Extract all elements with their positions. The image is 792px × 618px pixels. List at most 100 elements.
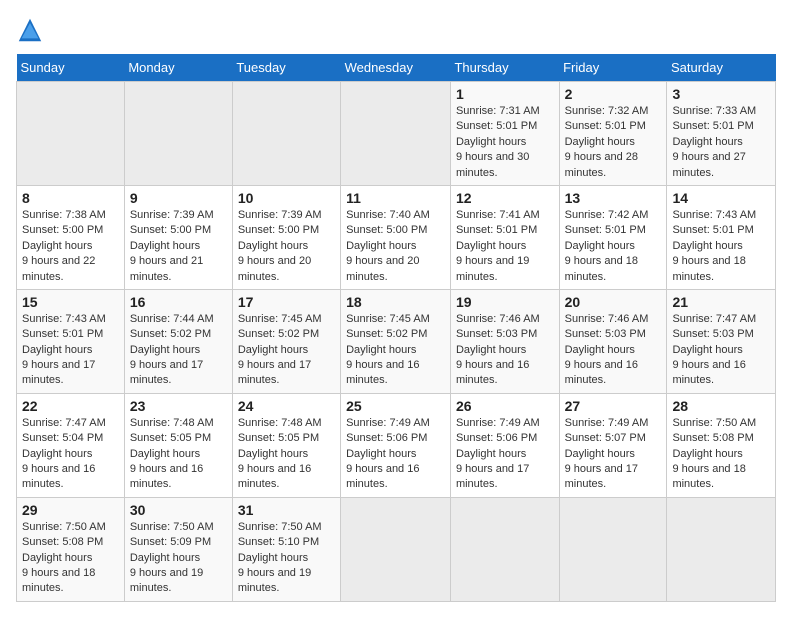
calendar-cell: 8 Sunrise: 7:38 AMSunset: 5:00 PMDaylight… bbox=[17, 185, 125, 289]
day-number: 11 bbox=[346, 190, 445, 206]
calendar-cell bbox=[232, 82, 340, 186]
day-info: Sunrise: 7:50 AMSunset: 5:08 PMDaylight … bbox=[22, 520, 119, 597]
day-number: 14 bbox=[672, 190, 770, 206]
calendar-header-row: SundayMondayTuesdayWednesdayThursdayFrid… bbox=[17, 54, 776, 82]
logo bbox=[16, 16, 48, 44]
day-info: Sunrise: 7:31 AMSunset: 5:01 PMDaylight … bbox=[456, 104, 554, 181]
day-number: 18 bbox=[346, 294, 445, 310]
day-info: Sunrise: 7:50 AMSunset: 5:08 PMDaylight … bbox=[672, 416, 770, 493]
calendar-cell: 15 Sunrise: 7:43 AMSunset: 5:01 PMDayligh… bbox=[17, 289, 125, 393]
week-row-1: 8 Sunrise: 7:38 AMSunset: 5:00 PMDaylight… bbox=[17, 185, 776, 289]
calendar-cell: 19 Sunrise: 7:46 AMSunset: 5:03 PMDayligh… bbox=[450, 289, 559, 393]
day-number: 12 bbox=[456, 190, 554, 206]
calendar-cell: 9 Sunrise: 7:39 AMSunset: 5:00 PMDaylight… bbox=[124, 185, 232, 289]
calendar-cell: 2 Sunrise: 7:32 AMSunset: 5:01 PMDaylight… bbox=[559, 82, 667, 186]
day-info: Sunrise: 7:40 AMSunset: 5:00 PMDaylight … bbox=[346, 208, 445, 285]
day-info: Sunrise: 7:39 AMSunset: 5:00 PMDaylight … bbox=[130, 208, 227, 285]
calendar-table: SundayMondayTuesdayWednesdayThursdayFrid… bbox=[16, 54, 776, 602]
calendar-cell: 22 Sunrise: 7:47 AMSunset: 5:04 PMDayligh… bbox=[17, 393, 125, 497]
calendar-cell bbox=[341, 82, 451, 186]
day-info: Sunrise: 7:46 AMSunset: 5:03 PMDaylight … bbox=[565, 312, 662, 389]
calendar-cell bbox=[559, 497, 667, 601]
day-info: Sunrise: 7:47 AMSunset: 5:04 PMDaylight … bbox=[22, 416, 119, 493]
day-number: 27 bbox=[565, 398, 662, 414]
calendar-cell: 26 Sunrise: 7:49 AMSunset: 5:06 PMDayligh… bbox=[450, 393, 559, 497]
day-info: Sunrise: 7:38 AMSunset: 5:00 PMDaylight … bbox=[22, 208, 119, 285]
day-number: 1 bbox=[456, 86, 554, 102]
day-number: 22 bbox=[22, 398, 119, 414]
day-number: 29 bbox=[22, 502, 119, 518]
calendar-cell: 13 Sunrise: 7:42 AMSunset: 5:01 PMDayligh… bbox=[559, 185, 667, 289]
day-info: Sunrise: 7:46 AMSunset: 5:03 PMDaylight … bbox=[456, 312, 554, 389]
day-number: 2 bbox=[565, 86, 662, 102]
calendar-cell: 18 Sunrise: 7:45 AMSunset: 5:02 PMDayligh… bbox=[341, 289, 451, 393]
day-info: Sunrise: 7:50 AMSunset: 5:10 PMDaylight … bbox=[238, 520, 335, 597]
header-wednesday: Wednesday bbox=[341, 54, 451, 82]
header-thursday: Thursday bbox=[450, 54, 559, 82]
calendar-cell: 11 Sunrise: 7:40 AMSunset: 5:00 PMDayligh… bbox=[341, 185, 451, 289]
day-number: 26 bbox=[456, 398, 554, 414]
header-tuesday: Tuesday bbox=[232, 54, 340, 82]
day-number: 28 bbox=[672, 398, 770, 414]
day-number: 19 bbox=[456, 294, 554, 310]
calendar-cell: 20Sunrise: 7:46 AMSunset: 5:03 PMDayligh… bbox=[559, 289, 667, 393]
day-number: 9 bbox=[130, 190, 227, 206]
header-monday: Monday bbox=[124, 54, 232, 82]
day-info: Sunrise: 7:49 AMSunset: 5:06 PMDaylight … bbox=[346, 416, 445, 493]
day-number: 15 bbox=[22, 294, 119, 310]
day-info: Sunrise: 7:50 AMSunset: 5:09 PMDaylight … bbox=[130, 520, 227, 597]
calendar-cell: 12 Sunrise: 7:41 AMSunset: 5:01 PMDayligh… bbox=[450, 185, 559, 289]
calendar-cell: 16 Sunrise: 7:44 AMSunset: 5:02 PMDayligh… bbox=[124, 289, 232, 393]
day-info: Sunrise: 7:48 AMSunset: 5:05 PMDaylight … bbox=[238, 416, 335, 493]
day-number: 17 bbox=[238, 294, 335, 310]
day-info: Sunrise: 7:43 AMSunset: 5:01 PMDaylight … bbox=[672, 208, 770, 285]
day-number: 10 bbox=[238, 190, 335, 206]
calendar-cell: 31 Sunrise: 7:50 AMSunset: 5:10 PMDayligh… bbox=[232, 497, 340, 601]
day-info: Sunrise: 7:33 AMSunset: 5:01 PMDaylight … bbox=[672, 104, 770, 181]
day-info: Sunrise: 7:48 AMSunset: 5:05 PMDaylight … bbox=[130, 416, 227, 493]
day-info: Sunrise: 7:44 AMSunset: 5:02 PMDaylight … bbox=[130, 312, 227, 389]
day-number: 21 bbox=[672, 294, 770, 310]
calendar-cell bbox=[450, 497, 559, 601]
day-number: 25 bbox=[346, 398, 445, 414]
day-number: 13 bbox=[565, 190, 662, 206]
day-info: Sunrise: 7:45 AMSunset: 5:02 PMDaylight … bbox=[346, 312, 445, 389]
calendar-cell bbox=[17, 82, 125, 186]
calendar-cell: 21 Sunrise: 7:47 AMSunset: 5:03 PMDayligh… bbox=[667, 289, 776, 393]
day-info: Sunrise: 7:32 AMSunset: 5:01 PMDaylight … bbox=[565, 104, 662, 181]
day-info: Sunrise: 7:49 AMSunset: 5:07 PMDaylight … bbox=[565, 416, 662, 493]
day-info: Sunrise: 7:49 AMSunset: 5:06 PMDaylight … bbox=[456, 416, 554, 493]
logo-icon bbox=[16, 16, 44, 44]
calendar-cell: 28 Sunrise: 7:50 AMSunset: 5:08 PMDayligh… bbox=[667, 393, 776, 497]
day-info: Sunrise: 7:43 AMSunset: 5:01 PMDaylight … bbox=[22, 312, 119, 389]
calendar-cell: 25 Sunrise: 7:49 AMSunset: 5:06 PMDayligh… bbox=[341, 393, 451, 497]
day-info: Sunrise: 7:42 AMSunset: 5:01 PMDaylight … bbox=[565, 208, 662, 285]
calendar-cell bbox=[124, 82, 232, 186]
day-number: 31 bbox=[238, 502, 335, 518]
day-number: 23 bbox=[130, 398, 227, 414]
calendar-cell: 30 Sunrise: 7:50 AMSunset: 5:09 PMDayligh… bbox=[124, 497, 232, 601]
day-info: Sunrise: 7:41 AMSunset: 5:01 PMDaylight … bbox=[456, 208, 554, 285]
calendar-cell: 14 Sunrise: 7:43 AMSunset: 5:01 PMDayligh… bbox=[667, 185, 776, 289]
week-row-3: 22 Sunrise: 7:47 AMSunset: 5:04 PMDayligh… bbox=[17, 393, 776, 497]
day-number: 3 bbox=[672, 86, 770, 102]
day-number: 30 bbox=[130, 502, 227, 518]
calendar-cell: 27 Sunrise: 7:49 AMSunset: 5:07 PMDayligh… bbox=[559, 393, 667, 497]
calendar-cell: 17Sunrise: 7:45 AMSunset: 5:02 PMDayligh… bbox=[232, 289, 340, 393]
calendar-cell: 10 Sunrise: 7:39 AMSunset: 5:00 PMDayligh… bbox=[232, 185, 340, 289]
header-saturday: Saturday bbox=[667, 54, 776, 82]
week-row-0: 1 Sunrise: 7:31 AMSunset: 5:01 PMDaylight… bbox=[17, 82, 776, 186]
day-number: 16 bbox=[130, 294, 227, 310]
calendar-cell: 24 Sunrise: 7:48 AMSunset: 5:05 PMDayligh… bbox=[232, 393, 340, 497]
day-info: Sunrise: 7:39 AMSunset: 5:00 PMDaylight … bbox=[238, 208, 335, 285]
day-info: Sunrise: 7:47 AMSunset: 5:03 PMDaylight … bbox=[672, 312, 770, 389]
week-row-4: 29 Sunrise: 7:50 AMSunset: 5:08 PMDayligh… bbox=[17, 497, 776, 601]
day-number: 24 bbox=[238, 398, 335, 414]
calendar-cell: 1 Sunrise: 7:31 AMSunset: 5:01 PMDaylight… bbox=[450, 82, 559, 186]
day-number: 8 bbox=[22, 190, 119, 206]
week-row-2: 15 Sunrise: 7:43 AMSunset: 5:01 PMDayligh… bbox=[17, 289, 776, 393]
header-sunday: Sunday bbox=[17, 54, 125, 82]
calendar-cell: 3 Sunrise: 7:33 AMSunset: 5:01 PMDaylight… bbox=[667, 82, 776, 186]
calendar-cell: 29 Sunrise: 7:50 AMSunset: 5:08 PMDayligh… bbox=[17, 497, 125, 601]
calendar-cell bbox=[341, 497, 451, 601]
